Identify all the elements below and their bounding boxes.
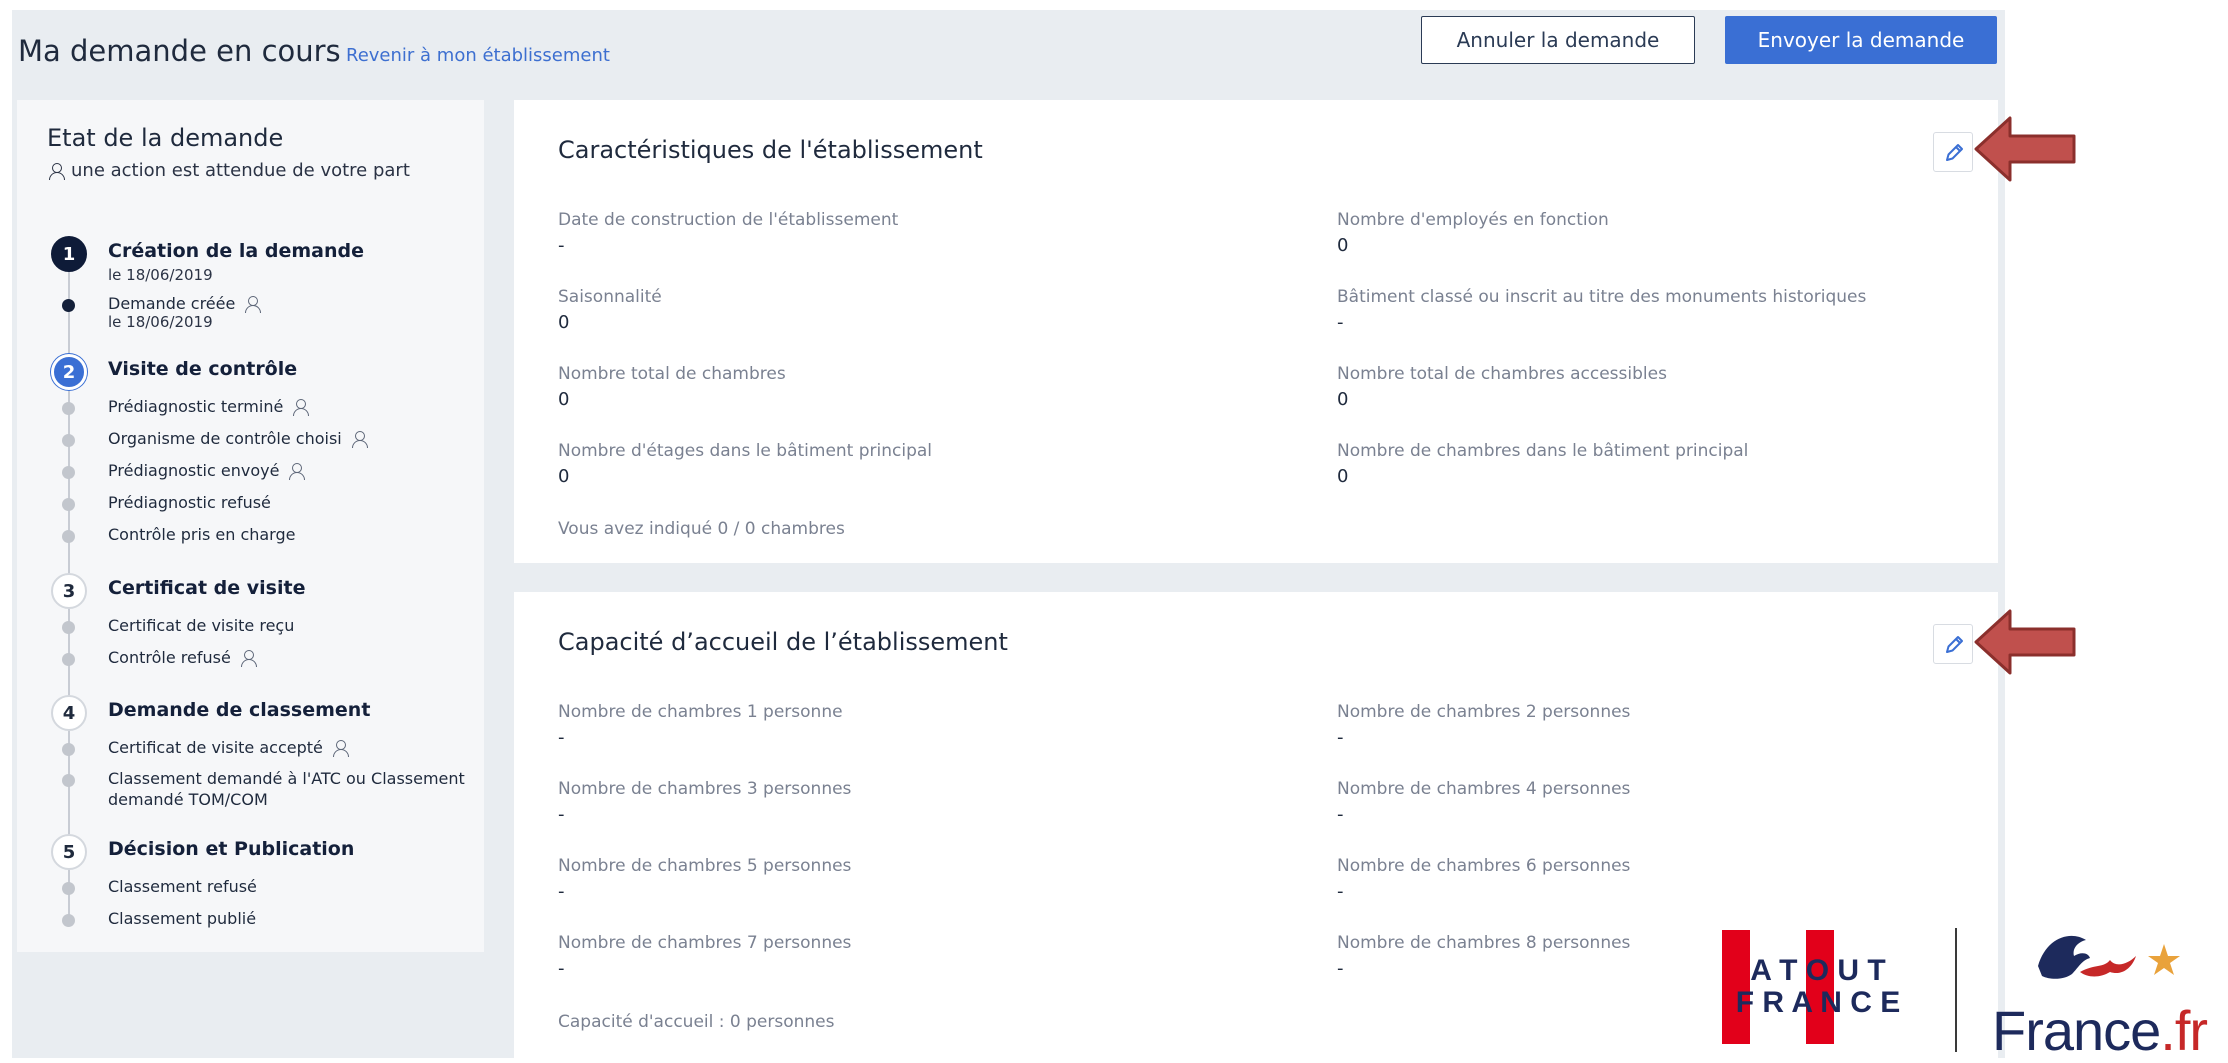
field-employees: Nombre d'employés en fonction 0 [1337, 210, 1609, 256]
field-rooms-4: Nombre de chambres 4 personnes - [1337, 779, 1631, 825]
person-icon [350, 430, 368, 448]
france-fr-logo: France.fr [1992, 928, 2228, 1062]
step-number-badge: 5 [51, 834, 87, 870]
person-icon [287, 462, 306, 480]
atout-line2: F R A N C E [1736, 986, 1900, 1019]
edit-characteristics-button[interactable] [1933, 132, 1973, 172]
page-title: Ma demande en cours [18, 34, 341, 68]
timeline-item-label: Prédiagnostic terminé [108, 396, 310, 417]
sidebar-subtitle-text: une action est attendue de votre part [71, 160, 410, 181]
timeline-dot [62, 530, 75, 543]
timeline-dot [62, 402, 75, 415]
timeline-dot [62, 434, 75, 447]
timeline-item-label: Demande créée [108, 293, 262, 314]
header-bar: Ma demande en cours Revenir à mon établi… [12, 10, 2005, 90]
timeline-dot [62, 299, 75, 312]
request-status-sidebar: Etat de la demande une action est attend… [17, 100, 484, 952]
atout-france-logo-graphic: A T O U T F R A N C E [1722, 930, 1900, 1044]
timeline-dot [62, 914, 75, 927]
timeline-item-label: Certificat de visite reçu [108, 616, 295, 635]
step-title: Création de la demande [108, 240, 364, 262]
timeline-item-label: Classement publié [108, 909, 257, 928]
marianne-emblem [2038, 935, 2180, 979]
card-title: Caractéristiques de l'établissement [558, 136, 983, 164]
rooms-summary-note: Vous avez indiqué 0 / 0 chambres [558, 519, 845, 539]
person-icon [291, 398, 310, 416]
characteristics-card: Caractéristiques de l'établissement Date… [514, 100, 1998, 563]
card-title: Capacité d’accueil de l’établissement [558, 628, 1008, 656]
sidebar-title: Etat de la demande [47, 124, 284, 152]
atout-france-logo: A T O U T F R A N C E [1718, 928, 1918, 1046]
field-main-building-rooms: Nombre de chambres dans le bâtiment prin… [1337, 441, 1749, 487]
timeline-item-date: le 18/06/2019 [108, 313, 213, 331]
step-title: Certificat de visite [108, 577, 306, 599]
field-total-rooms: Nombre total de chambres 0 [558, 364, 786, 410]
step-number-badge: 4 [51, 695, 87, 731]
field-rooms-8: Nombre de chambres 8 personnes - [1337, 933, 1631, 979]
pencil-icon [1946, 144, 1963, 161]
france-fr-wordmark: France.fr [1992, 999, 2208, 1062]
field-construction-date: Date de construction de l'établissement … [558, 210, 899, 256]
person-icon [243, 295, 262, 313]
field-historic-building: Bâtiment classé ou inscrit au titre des … [1337, 287, 1867, 333]
person-icon [239, 649, 257, 667]
step-title: Demande de classement [108, 699, 371, 721]
back-to-establishment-link[interactable]: Revenir à mon établissement [346, 45, 610, 66]
send-request-button[interactable]: Envoyer la demande [1725, 16, 1997, 64]
step-title: Visite de contrôle [108, 358, 298, 380]
step-number-badge: 2 [51, 354, 87, 390]
field-rooms-3: Nombre de chambres 3 personnes - [558, 779, 852, 825]
field-rooms-1: Nombre de chambres 1 personne - [558, 702, 843, 748]
field-rooms-6: Nombre de chambres 6 personnes - [1337, 856, 1631, 902]
field-rooms-7: Nombre de chambres 7 personnes - [558, 933, 852, 979]
timeline-dot [62, 882, 75, 895]
timeline-dot [62, 466, 75, 479]
step-date: le 18/06/2019 [108, 266, 213, 284]
timeline-item-label: Contrôle refusé [108, 647, 257, 668]
app-window: Ma demande en cours Revenir à mon établi… [12, 10, 2005, 1058]
field-seasonality: Saisonnalité 0 [558, 287, 662, 333]
cancel-request-button[interactable]: Annuler la demande [1421, 16, 1695, 64]
person-icon [47, 162, 65, 180]
timeline-item-label: Classement refusé [108, 877, 257, 896]
field-rooms-2: Nombre de chambres 2 personnes - [1337, 702, 1631, 748]
timeline-dot [62, 498, 75, 511]
timeline-item-label: Certificat de visite accepté [108, 737, 349, 758]
step-number-badge: 3 [51, 573, 87, 609]
field-floors: Nombre d'étages dans le bâtiment princip… [558, 441, 933, 487]
field-accessible-rooms: Nombre total de chambres accessibles 0 [1337, 364, 1667, 410]
step-number-badge: 1 [51, 236, 87, 272]
red-arrow-icon [1974, 116, 2076, 182]
edit-capacity-button[interactable] [1933, 624, 1973, 664]
step-title: Décision et Publication [108, 838, 355, 860]
timeline-item-label: Prédiagnostic refusé [108, 493, 271, 512]
timeline-item-label: Prédiagnostic envoyé [108, 460, 306, 481]
timeline-dot [62, 743, 75, 756]
capacity-summary-note: Capacité d'accueil : 0 personnes [558, 1012, 835, 1032]
timeline-item-label: Organisme de contrôle choisi [108, 428, 368, 449]
timeline-dot [62, 653, 75, 666]
timeline-dot [62, 774, 75, 787]
pencil-icon [1946, 636, 1963, 653]
timeline-dot [62, 621, 75, 634]
atout-line1: A T O U T [1750, 954, 1886, 987]
logo-divider [1955, 928, 1957, 1052]
sidebar-subtitle: une action est attendue de votre part [47, 160, 410, 181]
person-icon [331, 739, 349, 757]
field-rooms-5: Nombre de chambres 5 personnes - [558, 856, 852, 902]
timeline-item-label: Contrôle pris en charge [108, 525, 296, 544]
timeline-item-label: Classement demandé à l'ATC ou Classement… [108, 769, 465, 809]
red-arrow-icon [1974, 609, 2076, 675]
